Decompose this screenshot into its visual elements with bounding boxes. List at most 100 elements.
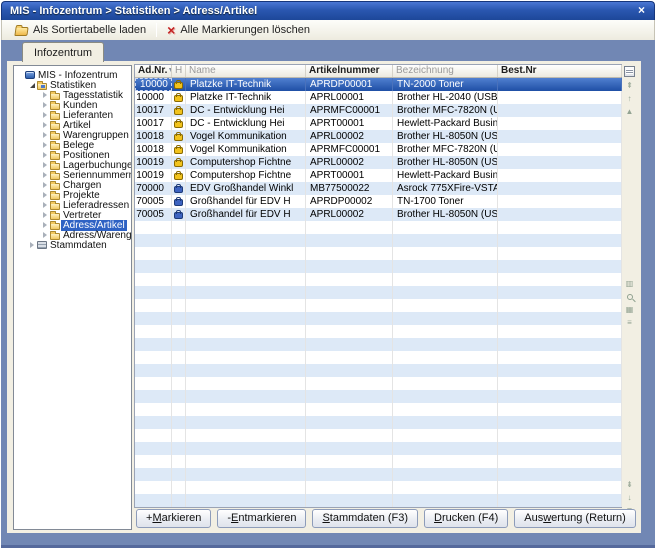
grid-row[interactable]: 10018Vogel KommunikationAPRL00002Brother… [135,130,621,143]
grid-row[interactable]: 10017DC - Entwicklung HeiAPRMFC00001Brot… [135,104,621,117]
collapsed-triangle-icon[interactable] [41,142,49,148]
load-sort-table-label: Als Sortiertabelle laden [33,24,146,36]
cell-adnr [135,403,172,416]
jump-up-marked-icon[interactable]: ↑ [624,93,635,104]
cell-lock [172,338,186,351]
tab-infozentrum[interactable]: Infozentrum [22,42,104,62]
load-sort-table-button[interactable]: Als Sortiertabelle laden [9,21,152,39]
tree-item-lieferanten[interactable]: Lieferanten [14,110,131,120]
grid-row[interactable]: 10000Platzke IT-TechnikAPRDP00001TN-2000… [135,78,621,91]
cell-name [186,299,306,312]
column-header-bezeichnung[interactable]: Bezeichnung [393,65,498,77]
cell-lock [172,325,186,338]
cell-name: DC - Entwicklung Hei [186,104,306,117]
customize-columns-icon[interactable] [624,66,635,77]
close-icon[interactable]: × [638,3,645,17]
tree-item-belege[interactable]: Belege [14,140,131,150]
columns-icon[interactable]: ▥ [624,278,635,289]
tree-item-artikel[interactable]: Artikel [14,120,131,130]
grid-row[interactable]: 10018Vogel KommunikationAPRMFC00001Broth… [135,143,621,156]
collapsed-triangle-icon[interactable] [41,92,49,98]
button-label-part: S [322,512,329,524]
grid-empty-row [135,416,621,429]
cell-artikelnummer: APRT00001 [306,169,393,182]
grid-row[interactable]: 10000Platzke IT-TechnikAPRL00001Brother … [135,91,621,104]
folder-icon [49,201,61,210]
collapsed-triangle-icon[interactable] [41,202,49,208]
tree-item-seriennummern[interactable]: Seriennummern [14,170,131,180]
collapsed-triangle-icon[interactable] [41,212,49,218]
collapsed-triangle-icon[interactable] [41,232,49,238]
tree-item-warengruppen[interactable]: Warengruppen [14,130,131,140]
collapsed-triangle-icon[interactable] [41,192,49,198]
auswertung-return-button[interactable]: Auswertung (Return) [514,509,636,528]
column-header-ad-nr[interactable]: Ad.Nr.▼ [135,65,172,77]
grid-row[interactable]: 70000EDV Großhandel WinklMB77500022Asroc… [135,182,621,195]
column-header-best-nr[interactable]: Best.Nr [498,65,622,77]
drucken-f4-button[interactable]: Drucken (F4) [424,509,508,528]
tree-item-lagerbuchungen[interactable]: Lagerbuchungen [14,160,131,170]
search-icon[interactable] [624,291,635,302]
cell-name [186,455,306,468]
markieren-button[interactable]: + Markieren [136,509,211,528]
cell-lock [172,273,186,286]
cell-artikelnummer [306,364,393,377]
clear-marks-button[interactable]: × Alle Markierungen löschen [161,21,316,39]
tree-item-vertreter[interactable]: Vertreter [14,210,131,220]
collapsed-triangle-icon[interactable] [41,152,49,158]
cell-bestnr [498,312,622,325]
stammdaten-f3-button[interactable]: Stammdaten (F3) [312,509,418,528]
collapsed-triangle-icon[interactable] [41,172,49,178]
cell-lock [172,182,186,195]
cell-adnr [135,455,172,468]
jump-down-marked-icon[interactable]: ↓ [624,492,635,503]
collapsed-triangle-icon[interactable] [28,242,36,248]
collapsed-triangle-icon[interactable] [41,222,49,228]
tree-item-statistiken[interactable]: Statistiken [14,80,131,90]
scroll-bottom-icon[interactable]: ⇟ [624,479,635,490]
cell-name [186,377,306,390]
expanded-triangle-icon[interactable] [28,83,36,88]
button-label-part: M [152,512,161,524]
tree-item-tagesstatistik[interactable]: Tagesstatistik [14,90,131,100]
cell-bezeichnung [393,481,498,494]
column-header-h[interactable]: H [172,65,186,77]
scroll-top-icon[interactable]: ⇞ [624,80,635,91]
tree-item-adress-artikel[interactable]: Adress/Artikel [14,220,131,230]
grid-row[interactable]: 10019Computershop FichtneAPRT00001Hewlet… [135,169,621,182]
cell-artikelnummer: APRL00002 [306,156,393,169]
column-header-name[interactable]: Name [186,65,306,77]
grid-empty-row [135,260,621,273]
tree-item-lieferadressen[interactable]: Lieferadressen [14,200,131,210]
grid-empty-row [135,299,621,312]
tree-item-projekte[interactable]: Projekte [14,190,131,200]
table-icon[interactable]: ▦ [624,304,635,315]
cell-bestnr [498,338,622,351]
collapsed-triangle-icon[interactable] [41,132,49,138]
tree-item-adress-warengruppen[interactable]: Adress/Warengruppen [14,230,131,240]
collapsed-triangle-icon[interactable] [41,102,49,108]
collapsed-triangle-icon[interactable] [41,182,49,188]
yellow-lock-icon [175,83,182,88]
cell-name: EDV Großhandel Winkl [186,182,306,195]
grid-row[interactable]: 10017DC - Entwicklung HeiAPRT00001Hewlet… [135,117,621,130]
collapsed-triangle-icon[interactable] [41,122,49,128]
tree-item-chargen[interactable]: Chargen [14,180,131,190]
entmarkieren-button[interactable]: - Entmarkieren [217,509,306,528]
grid-row[interactable]: 10019Computershop FichtneAPRL00002Brothe… [135,156,621,169]
column-header-artikelnummer[interactable]: Artikelnummer [306,65,393,77]
tree-item-mis-infozentrum[interactable]: MIS - Infozentrum [14,70,131,80]
triangle-up-icon[interactable]: ▲ [624,106,635,117]
tree-item-stammdaten[interactable]: Stammdaten [14,240,131,250]
tree-item-kunden[interactable]: Kunden [14,100,131,110]
title-bar: MIS - Infozentrum > Statistiken > Adress… [1,1,655,20]
grid-row[interactable]: 70005Großhandel für EDV HAPRDP00002TN-17… [135,195,621,208]
list-icon[interactable]: ≡ [624,317,635,328]
collapsed-triangle-icon[interactable] [41,112,49,118]
cell-name [186,234,306,247]
collapsed-triangle-icon[interactable] [41,162,49,168]
cell-name [186,325,306,338]
grid-row[interactable]: 70005Großhandel für EDV HAPRL00002Brothe… [135,208,621,221]
button-label-part: ntmarkieren [238,512,296,524]
tree-item-positionen[interactable]: Positionen [14,150,131,160]
